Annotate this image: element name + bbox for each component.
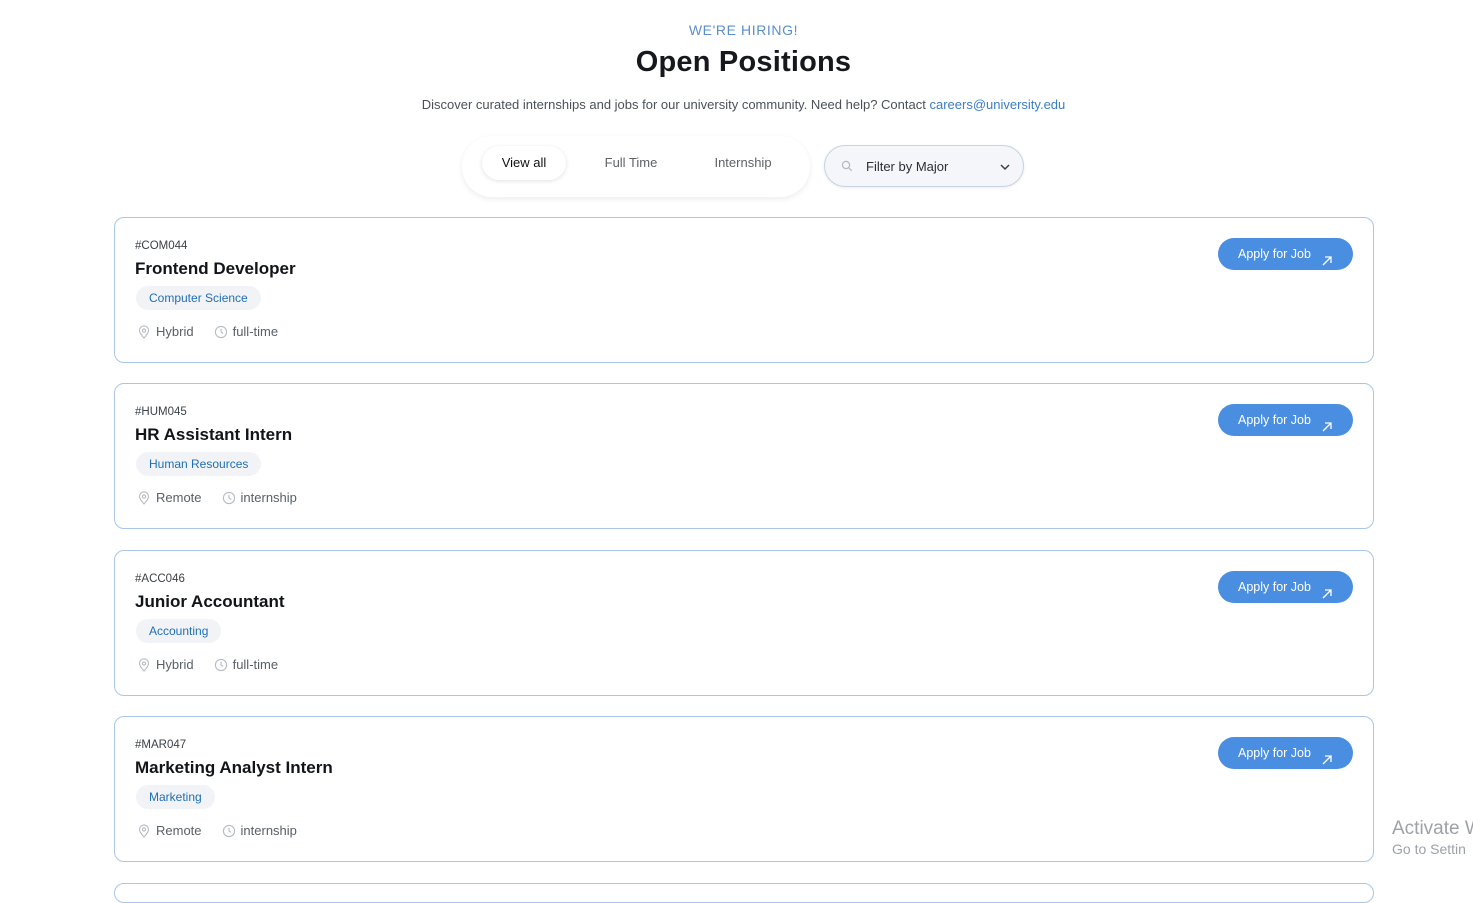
apply-button-label: Apply for Job xyxy=(1238,247,1311,261)
apply-button[interactable]: Apply for Job xyxy=(1218,238,1353,270)
hiring-eyebrow: WE'RE HIRING! xyxy=(688,22,799,38)
major-tag: Marketing xyxy=(136,785,215,809)
job-title: Frontend Developer xyxy=(135,259,296,278)
location-text: Hybrid xyxy=(156,657,194,672)
job-title: Junior Accountant xyxy=(135,592,285,611)
tab-full-time[interactable]: Full Time xyxy=(588,146,674,180)
job-type-tabs: View all Full Time Internship xyxy=(462,136,810,197)
arrow-up-right-icon xyxy=(1321,746,1333,778)
watermark-line2: Go to Settin xyxy=(1392,841,1466,857)
major-tag: Accounting xyxy=(136,619,222,643)
apply-button[interactable]: Apply for Job xyxy=(1218,404,1353,436)
clock-icon xyxy=(222,491,236,505)
job-meta: Hybrid full-time xyxy=(137,657,298,672)
arrow-up-right-icon xyxy=(1321,247,1333,279)
location-pin-icon xyxy=(137,657,151,672)
job-type-text: full-time xyxy=(232,657,279,672)
job-location: Hybrid xyxy=(137,657,194,672)
job-code: #MAR047 xyxy=(135,739,187,751)
activation-watermark: Activate W Go to Settin xyxy=(1392,818,1473,857)
job-card: #COM044 Frontend Developer Computer Scie… xyxy=(114,217,1374,363)
job-type: internship xyxy=(222,823,297,838)
apply-button-label: Apply for Job xyxy=(1238,413,1311,427)
job-type: full-time xyxy=(214,657,279,672)
arrow-up-right-icon xyxy=(1321,580,1333,612)
job-type: full-time xyxy=(214,324,279,339)
job-location: Hybrid xyxy=(137,324,194,339)
job-type: internship xyxy=(222,490,297,505)
job-card: #HUM045 HR Assistant Intern Human Resour… xyxy=(114,383,1374,529)
major-tag: Human Resources xyxy=(136,452,262,476)
filter-label: Filter by Major xyxy=(866,159,949,174)
apply-button-label: Apply for Job xyxy=(1238,580,1311,594)
location-pin-icon xyxy=(137,490,151,505)
job-meta: Hybrid full-time xyxy=(137,324,298,339)
location-text: Remote xyxy=(156,490,202,505)
clock-icon xyxy=(214,325,228,339)
tab-internship[interactable]: Internship xyxy=(697,146,789,180)
job-card-partial xyxy=(114,883,1374,903)
job-title: Marketing Analyst Intern xyxy=(135,758,333,777)
clock-icon xyxy=(222,824,236,838)
job-code: #ACC046 xyxy=(135,573,185,585)
job-card: #ACC046 Junior Accountant Accounting Hyb… xyxy=(114,550,1374,696)
apply-button[interactable]: Apply for Job xyxy=(1218,571,1353,603)
chevron-down-icon xyxy=(999,161,1011,176)
subtitle-text: Discover curated internships and jobs fo… xyxy=(421,97,930,112)
job-type-text: internship xyxy=(240,823,297,838)
location-pin-icon xyxy=(137,823,151,838)
job-meta: Remote internship xyxy=(137,490,317,505)
job-location: Remote xyxy=(137,490,202,505)
job-code: #COM044 xyxy=(135,240,188,252)
job-card: #MAR047 Marketing Analyst Intern Marketi… xyxy=(114,716,1374,862)
job-type-text: full-time xyxy=(232,324,279,339)
major-tag: Computer Science xyxy=(136,286,261,310)
search-icon xyxy=(841,160,853,175)
page-title: Open Positions xyxy=(635,46,852,78)
location-pin-icon xyxy=(137,324,151,339)
job-meta: Remote internship xyxy=(137,823,317,838)
page-subtitle: Discover curated internships and jobs fo… xyxy=(0,97,1473,112)
watermark-line1: Activate W xyxy=(1392,818,1473,839)
job-location: Remote xyxy=(137,823,202,838)
job-code: #HUM045 xyxy=(135,406,187,418)
arrow-up-right-icon xyxy=(1321,413,1333,445)
major-filter-select[interactable]: Filter by Major xyxy=(824,145,1024,187)
job-type-text: internship xyxy=(240,490,297,505)
tab-view-all[interactable]: View all xyxy=(482,146,566,180)
clock-icon xyxy=(214,658,228,672)
contact-email-link[interactable]: careers@university.edu xyxy=(929,97,1065,112)
apply-button[interactable]: Apply for Job xyxy=(1218,737,1353,769)
job-title: HR Assistant Intern xyxy=(135,425,293,444)
apply-button-label: Apply for Job xyxy=(1238,746,1311,760)
location-text: Remote xyxy=(156,823,202,838)
location-text: Hybrid xyxy=(156,324,194,339)
